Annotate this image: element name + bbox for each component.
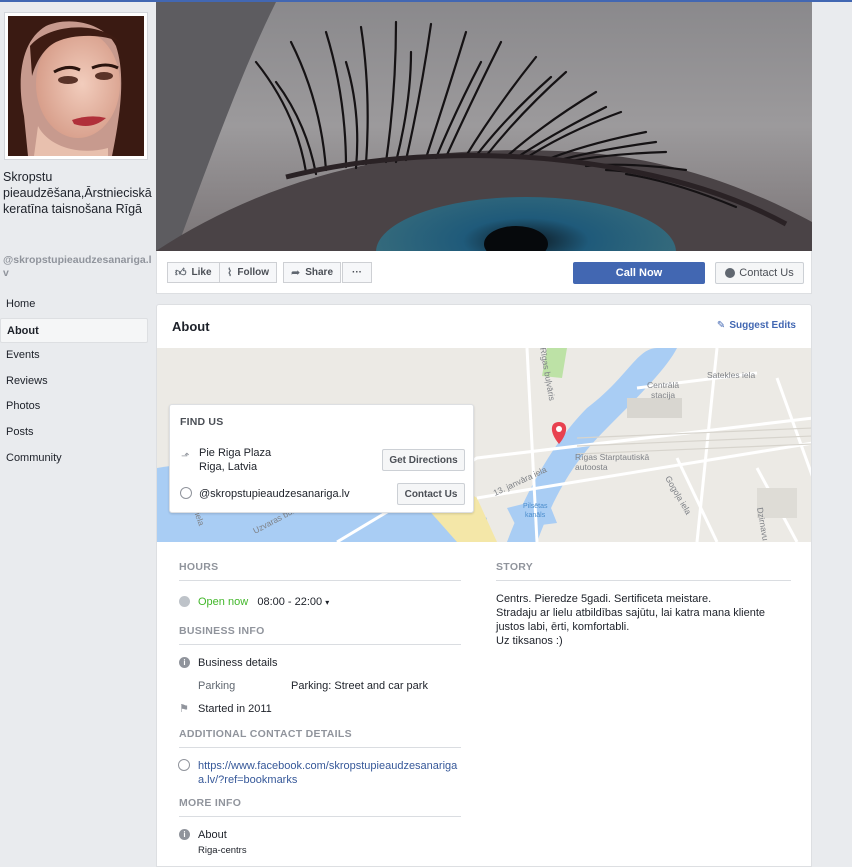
info-icon: i xyxy=(179,657,190,668)
pencil-icon: ✎ xyxy=(716,320,726,331)
nav-item-reviews[interactable]: Reviews xyxy=(0,369,148,395)
profile-photo xyxy=(8,16,144,156)
call-now-button[interactable]: Call Now xyxy=(573,262,705,284)
find-us-title: FIND US xyxy=(180,416,224,428)
messenger-handle[interactable]: @skropstupieaudzesanariga.lv xyxy=(199,488,350,500)
more-info-about-value: Riga-centrs xyxy=(198,845,247,856)
left-column: Skropstu pieaudzēšana,Ārstnieciskā kerat… xyxy=(0,2,156,867)
like-label: Like xyxy=(191,267,212,278)
map-label-autoosta1: Rīgas Starptautiskā xyxy=(575,452,649,462)
suggest-edits-link[interactable]: ✎ Suggest Edits xyxy=(717,320,796,331)
nav-item-community[interactable]: Community xyxy=(0,446,148,472)
get-directions-button[interactable]: Get Directions xyxy=(382,449,465,471)
messenger-icon xyxy=(725,268,736,278)
story-line-3: justos labi, ērti, komfortabli. xyxy=(496,621,630,633)
follow-label: Follow xyxy=(237,267,270,278)
find-us-contact-button[interactable]: Contact Us xyxy=(397,483,465,505)
profile-picture[interactable] xyxy=(4,12,148,160)
contact-us-button[interactable]: Contact Us xyxy=(715,262,804,284)
hours-row[interactable]: Open now 08:00 - 22:00 ▾ xyxy=(198,595,329,610)
like-button[interactable]: 👍︎ Like xyxy=(167,262,220,283)
clock-icon xyxy=(179,596,190,607)
more-info-heading: MORE INFO xyxy=(179,797,461,817)
suggest-edits-label: Suggest Edits xyxy=(729,320,796,331)
parking-label: Parking xyxy=(198,680,236,692)
address-line-2: Riga, Latvia xyxy=(199,461,258,473)
url-line-1: https://www.facebook.com/skropstupieaudz… xyxy=(198,760,458,772)
story-line-1: Centrs. Pieredze 5gadi. Sertificeta meis… xyxy=(496,593,712,605)
story-line-2: Stradaju ar lielu atbildības sajūtu, lai… xyxy=(496,607,766,619)
flag-icon: ⚑ xyxy=(179,703,189,715)
map-label-pilsetas2: kanāls xyxy=(525,512,546,519)
map-label-stacija: stacija xyxy=(651,390,675,400)
nav-item-photos[interactable]: Photos xyxy=(0,394,148,420)
eye-closeup-image xyxy=(156,2,812,251)
map-label-centrala: Centrālā xyxy=(647,380,679,390)
contact-us-label: Contact Us xyxy=(739,267,794,279)
share-button[interactable]: ➦ Share xyxy=(283,262,342,283)
nav-item-home[interactable]: Home xyxy=(0,292,148,318)
info-icon-2: i xyxy=(179,829,190,840)
globe-icon xyxy=(178,759,190,771)
location-map[interactable]: Satekles iela Centrālā stacija Rīgas buļ… xyxy=(157,348,811,542)
address[interactable]: Pie Riga Plaza Riga, Latvia xyxy=(199,446,271,474)
business-info-heading: BUSINESS INFO xyxy=(179,625,461,645)
messenger-icon xyxy=(180,487,192,499)
contact-details-heading: ADDITIONAL CONTACT DETAILS xyxy=(179,728,461,748)
about-title: About xyxy=(172,319,210,334)
share-label: Share xyxy=(305,267,334,278)
nav-item-events[interactable]: Events xyxy=(0,343,148,369)
about-card: About ✎ Suggest Edits Satekles iela Cent… xyxy=(156,304,812,867)
page-name[interactable]: Skropstu pieaudzēšana,Ārstnieciskā kerat… xyxy=(3,169,153,217)
address-line-1: Pie Riga Plaza xyxy=(199,447,272,459)
more-dots-icon: ··· xyxy=(352,267,362,278)
facebook-url-link[interactable]: https://www.facebook.com/skropstupieaudz… xyxy=(198,759,468,787)
map-label-satekles: Satekles iela xyxy=(707,370,755,380)
share-arrow-icon: ➦ xyxy=(291,267,301,279)
more-options-button[interactable]: ··· xyxy=(342,262,372,283)
hours-range: 08:00 - 22:00 xyxy=(257,596,323,608)
page-nav: Home About Events Reviews Photos Posts C… xyxy=(0,292,148,471)
url-line-2: a.lv/?ref=bookmarks xyxy=(198,774,298,786)
more-info-about-label: About xyxy=(198,829,227,841)
nav-item-posts[interactable]: Posts xyxy=(0,420,148,446)
map-label-pilsetas1: Pilsētas xyxy=(523,503,548,510)
find-us-panel: FIND US ⬏ Pie Riga Plaza Riga, Latvia Ge… xyxy=(169,404,474,513)
nav-item-about[interactable]: About xyxy=(0,317,148,344)
cover-photo[interactable] xyxy=(156,2,812,251)
started-year: Started in 2011 xyxy=(198,703,272,715)
open-status: Open now xyxy=(198,596,249,608)
rss-icon: ⌇ xyxy=(227,267,233,279)
follow-button[interactable]: ⌇ Follow xyxy=(219,262,278,283)
thumbs-up-icon: 👍︎ xyxy=(175,267,187,279)
story-heading: STORY xyxy=(496,561,791,581)
story-text: Centrs. Pieredze 5gadi. Sertificeta meis… xyxy=(496,592,796,648)
location-icon: ⬏ xyxy=(181,451,190,462)
business-details-label: Business details xyxy=(198,657,278,669)
dropdown-caret-icon: ▾ xyxy=(325,598,330,607)
map-label-autoosta2: autoosta xyxy=(575,462,608,472)
story-line-4: Uz tiksanos :) xyxy=(496,635,563,647)
page-username[interactable]: @skropstupieaudzesanariga.lv xyxy=(3,254,153,280)
page-action-bar: 👍︎ Like ⌇ Follow ➦ Share ··· Call Now Co… xyxy=(156,251,812,294)
parking-value: Parking: Street and car park xyxy=(291,680,428,692)
hours-heading: HOURS xyxy=(179,561,461,581)
